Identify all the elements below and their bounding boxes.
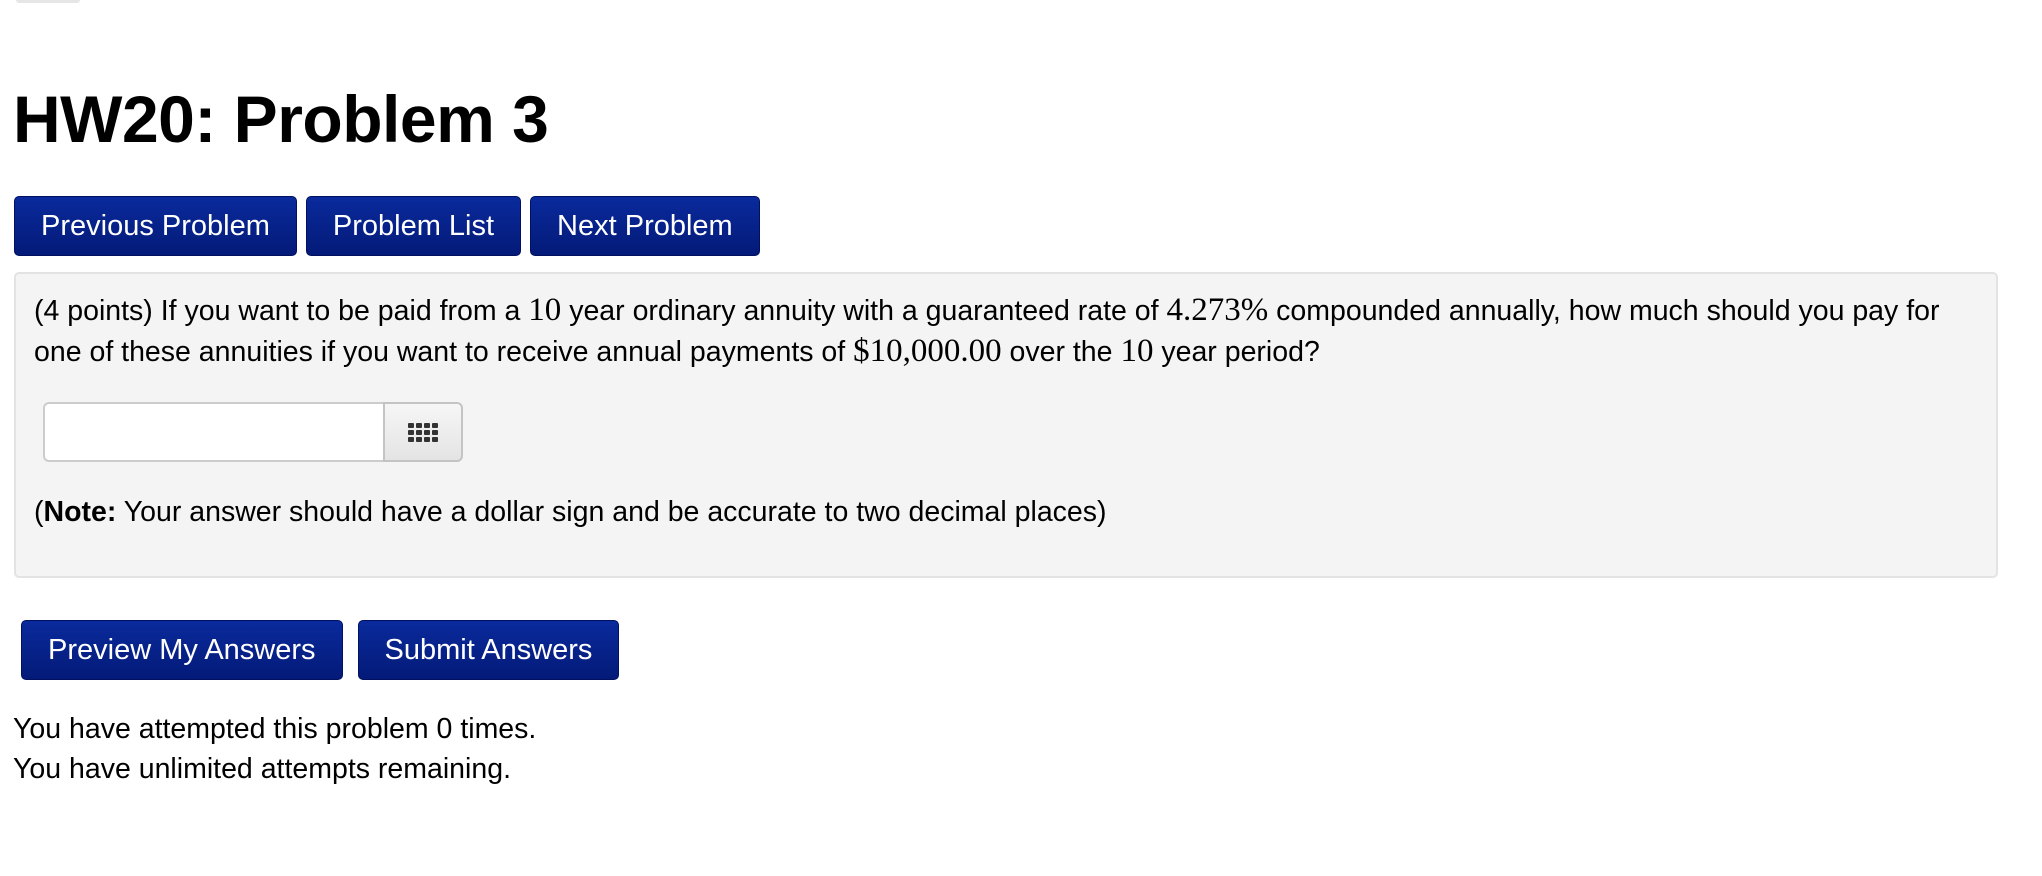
keypad-button[interactable] (383, 402, 463, 462)
page-title: HW20: Problem 3 (13, 82, 549, 156)
keypad-icon (408, 422, 438, 442)
note-open-paren: ( (34, 496, 44, 528)
problem-text-part: If you want to be paid from a (160, 295, 521, 327)
answer-note: (Note: Your answer should have a dollar … (34, 492, 1107, 532)
attempts-remaining: You have unlimited attempts remaining. (13, 753, 511, 785)
answer-actions: Preview My Answers Submit Answers (21, 620, 620, 680)
problem-panel: (4 points) If you want to be paid from a… (14, 272, 1998, 578)
problem-list-button[interactable]: Problem List (305, 196, 522, 256)
page: HW20: Problem 3 Previous Problem Problem… (0, 0, 2042, 876)
problem-statement: (4 points) If you want to be paid from a… (34, 290, 1984, 372)
note-label: Note: (43, 496, 117, 528)
previous-problem-button[interactable]: Previous Problem (14, 196, 297, 256)
math-rate: 4.273% (1166, 292, 1269, 328)
note-text: Your answer should have a dollar sign an… (123, 496, 1107, 528)
math-years: 10 (528, 292, 562, 328)
answer-input-group (43, 402, 463, 462)
problem-text-part: over the (1009, 336, 1113, 368)
answer-input[interactable] (43, 402, 383, 462)
top-bar-sliver (16, 0, 80, 3)
attempts-status: You have attempted this problem 0 times.… (13, 709, 536, 789)
math-period-years: 10 (1120, 333, 1154, 369)
preview-answers-button[interactable]: Preview My Answers (21, 620, 343, 680)
next-problem-button[interactable]: Next Problem (530, 196, 760, 256)
submit-answers-button[interactable]: Submit Answers (357, 620, 620, 680)
problem-navigation: Previous Problem Problem List Next Probl… (14, 196, 760, 256)
math-payment: $10,000.00 (853, 333, 1002, 369)
problem-text-part: year period? (1161, 336, 1320, 368)
problem-text-part: year ordinary annuity with a guaranteed … (569, 295, 1159, 327)
problem-points: (4 points) (34, 295, 153, 327)
attempts-count: You have attempted this problem 0 times. (13, 713, 537, 745)
